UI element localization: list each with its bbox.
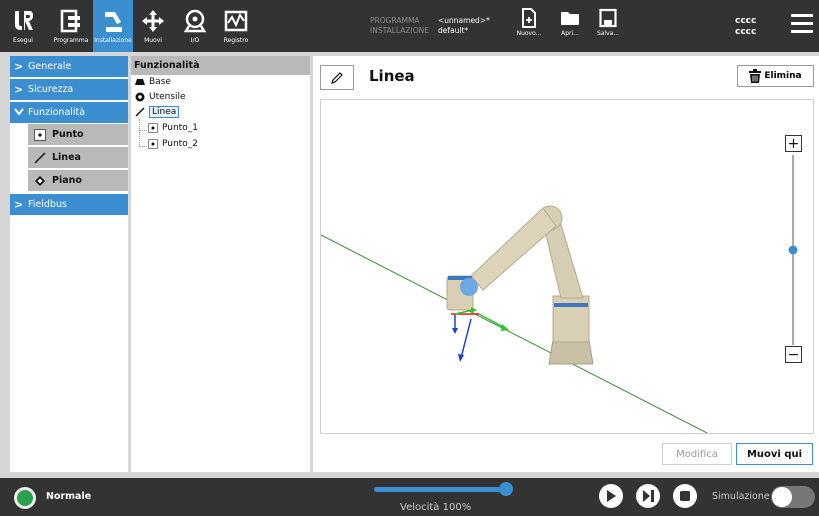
nav-esegui[interactable]: Esegui (10, 0, 36, 52)
power-status-icon[interactable] (14, 487, 36, 509)
pencil-icon (331, 71, 343, 84)
install-key: INSTALLAZIONE (370, 26, 429, 35)
y-axis-2 (478, 313, 506, 329)
stop-icon (680, 491, 690, 501)
log-icon (224, 6, 248, 36)
bottom-bar: Normale Velocità 100% Simulazione (0, 478, 819, 516)
speed-slider[interactable] (374, 487, 509, 492)
robot-base (548, 339, 594, 365)
sidebar-item-generale[interactable]: > Generale (10, 56, 128, 77)
play-button[interactable] (599, 484, 623, 508)
robot-arm-icon (101, 6, 125, 36)
tree-header: Funzionalità (131, 56, 310, 75)
program-key: PROGRAMMA (370, 16, 420, 25)
sidebar-item-fieldbus[interactable]: > Fieldbus (10, 194, 128, 215)
move-here-button[interactable]: Muovi qui (736, 443, 813, 465)
chevron-right-icon: > (14, 60, 24, 73)
zoom-in-button[interactable]: + (785, 135, 802, 152)
sidebar: > Generale > Sicurezza Funzionalità Punto … (10, 56, 128, 472)
point-icon (147, 123, 159, 133)
user-label: cccc cccc (735, 16, 757, 37)
open-button[interactable]: Apri... (553, 8, 587, 37)
line-icon (32, 151, 48, 164)
nav-installazione[interactable]: Installazione (93, 0, 133, 52)
io-icon (183, 6, 207, 36)
robot-scene (321, 155, 798, 433)
nav-programma[interactable]: Programma (50, 0, 92, 52)
zoom-slider-knob[interactable] (788, 245, 798, 255)
program-info: PROGRAMMA <unnamed>* INSTALLAZIONE default… (370, 16, 490, 36)
play-icon (607, 490, 616, 502)
new-file-icon (522, 8, 536, 28)
save-button[interactable]: Salva... (591, 8, 625, 37)
tree-node-linea[interactable]: Linea (134, 106, 180, 118)
simulation-label: Simulazione (712, 491, 770, 502)
robot-joint-ring (554, 303, 588, 307)
program-name: <unnamed>* (438, 16, 490, 25)
move-arrows-icon (141, 6, 165, 36)
tree-connector (139, 146, 147, 147)
speed-label: Velocità 100% (400, 502, 472, 513)
page-title: Linea (369, 67, 415, 85)
stop-button[interactable] (673, 484, 697, 508)
3d-viewport[interactable]: + − (320, 99, 814, 434)
hamburger-menu-icon[interactable] (791, 14, 813, 38)
tool-icon (134, 92, 146, 102)
arrowhead (471, 307, 477, 313)
top-bar: Esegui Programma Installazione Muovi I/O… (0, 0, 819, 52)
simulation-toggle[interactable] (771, 486, 815, 508)
arrowhead (452, 328, 458, 334)
sidebar-item-funzionalita[interactable]: Funzionalità (10, 102, 128, 123)
point-icon (147, 139, 159, 149)
tree-connector (139, 119, 140, 147)
speed-slider-knob[interactable] (499, 482, 513, 496)
nav-registro[interactable]: Registro (218, 0, 254, 52)
new-file-button[interactable]: Nuovo... (512, 8, 546, 37)
sidebar-subitem-piano[interactable]: Piano (28, 170, 128, 191)
base-icon (134, 78, 146, 86)
rename-button[interactable] (320, 65, 354, 90)
tcp-marker (460, 278, 478, 296)
arrowhead (501, 324, 509, 331)
sidebar-subitem-linea[interactable]: Linea (28, 147, 128, 168)
install-name: default* (438, 26, 469, 35)
main-panel: Linea Elimina + − Modifica Muovi qui (313, 56, 819, 472)
toggle-knob (772, 487, 792, 507)
feature-tree: Funzionalità Base Utensile Linea Punto_1… (131, 56, 310, 472)
chevron-right-icon: > (14, 198, 24, 211)
z-axis (460, 318, 472, 359)
tree-node-base[interactable]: Base (134, 77, 171, 87)
program-icon (59, 6, 83, 36)
robot-forearm (470, 207, 557, 291)
delete-button[interactable]: Elimina (737, 65, 814, 87)
feature-line (321, 234, 709, 433)
save-icon (599, 8, 617, 28)
sidebar-item-sicurezza[interactable]: > Sicurezza (10, 79, 128, 100)
open-folder-icon (561, 12, 579, 25)
step-button[interactable] (636, 484, 660, 508)
arrowhead (458, 354, 464, 362)
zoom-out-button[interactable]: − (785, 346, 802, 363)
tree-connector (139, 130, 147, 131)
modify-button[interactable]: Modifica (662, 443, 732, 465)
plane-icon (32, 175, 48, 187)
point-icon (32, 128, 48, 141)
chevron-down-icon (14, 106, 28, 119)
nav-muovi[interactable]: Muovi (136, 0, 170, 52)
tree-node-punto-1[interactable]: Punto_1 (147, 123, 198, 133)
line-icon (134, 107, 146, 117)
trash-icon (749, 69, 762, 83)
sidebar-subitem-punto[interactable]: Punto (28, 124, 128, 145)
ur-logo-icon (12, 6, 34, 36)
status-label: Normale (46, 491, 92, 502)
nav-io[interactable]: I/O (180, 0, 210, 52)
tree-node-punto-2[interactable]: Punto_2 (147, 139, 198, 149)
step-icon (643, 490, 654, 502)
tree-node-utensile[interactable]: Utensile (134, 92, 186, 102)
chevron-right-icon: > (14, 83, 24, 96)
robot-shoulder (552, 295, 590, 343)
